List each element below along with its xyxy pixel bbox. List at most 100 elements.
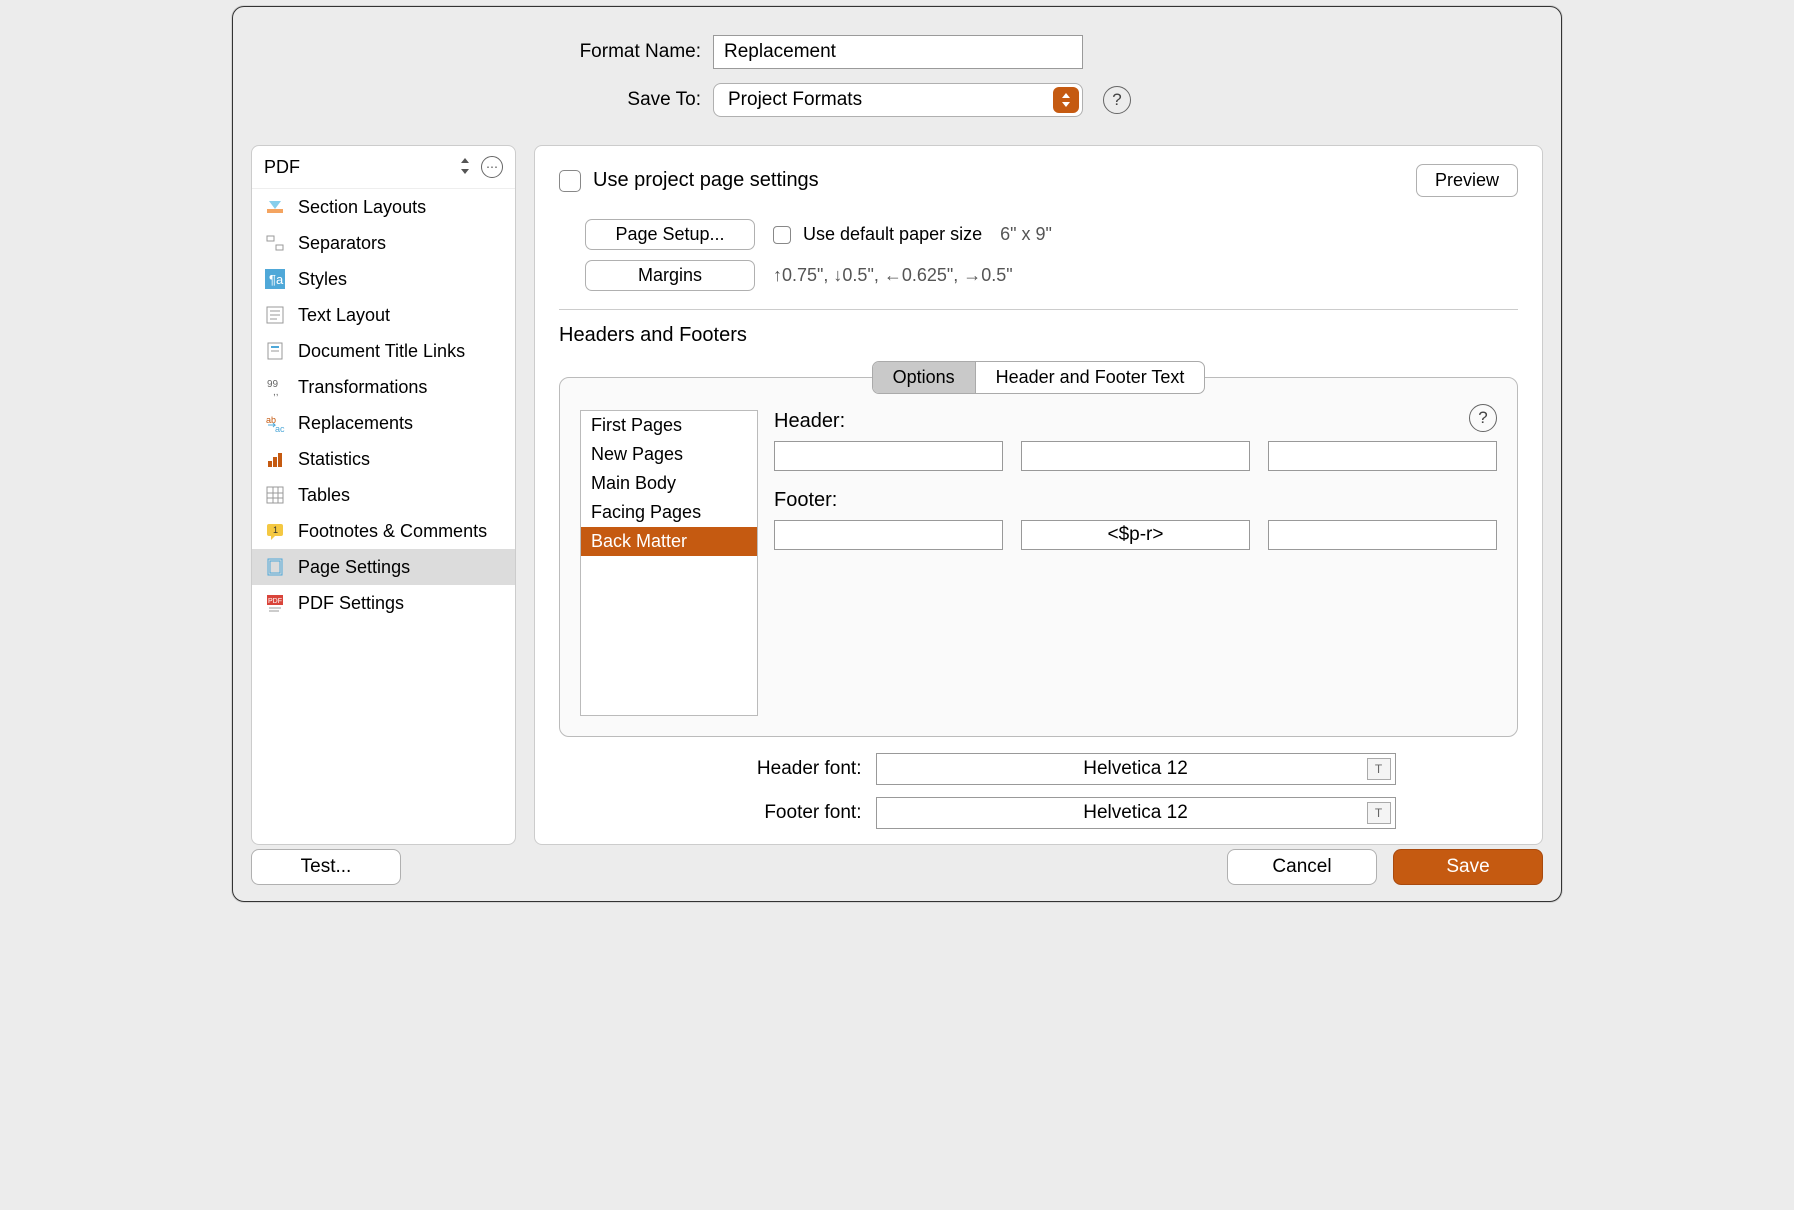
- svg-text:1: 1: [273, 525, 278, 535]
- sidebar-item-replacements[interactable]: abac Replacements: [252, 405, 515, 441]
- sidebar-item-section-layouts[interactable]: Section Layouts: [252, 189, 515, 225]
- sidebar: PDF ⋯ Section Layouts Separators: [251, 145, 516, 845]
- footer-center-cell[interactable]: <$p-r>: [1021, 520, 1250, 550]
- sidebar-item-label: Page Settings: [298, 557, 410, 578]
- tables-icon: [264, 484, 286, 506]
- header-font-field[interactable]: Helvetica 12 T: [876, 753, 1396, 785]
- page-setup-group: Page Setup... Use default paper size 6" …: [559, 197, 1518, 310]
- statistics-icon: [264, 448, 286, 470]
- hf-item-first-pages[interactable]: First Pages: [581, 411, 757, 440]
- sidebar-item-label: Separators: [298, 233, 386, 254]
- sidebar-item-tables[interactable]: Tables: [252, 477, 515, 513]
- cancel-button[interactable]: Cancel: [1227, 849, 1377, 885]
- footer-left-cell[interactable]: [774, 520, 1003, 550]
- top-form: Format Name: Save To: Project Formats ?: [233, 7, 1561, 145]
- sidebar-item-pdf-settings[interactable]: PDF PDF Settings: [252, 585, 515, 621]
- sidebar-item-footnotes-comments[interactable]: 1 Footnotes & Comments: [252, 513, 515, 549]
- sidebar-item-document-title-links[interactable]: Document Title Links: [252, 333, 515, 369]
- hf-item-back-matter[interactable]: Back Matter: [581, 527, 757, 556]
- sidebar-item-label: Text Layout: [298, 305, 390, 326]
- pdf-settings-icon: PDF: [264, 592, 286, 614]
- header-font-label: Header font:: [682, 758, 862, 780]
- font-picker-icon[interactable]: T: [1367, 802, 1391, 824]
- bottom-bar: Test... Cancel Save: [251, 849, 1543, 885]
- transformations-icon: 99,,: [264, 376, 286, 398]
- text-layout-icon: [264, 304, 286, 326]
- font-picker-icon[interactable]: T: [1367, 758, 1391, 780]
- hf-item-main-body[interactable]: Main Body: [581, 469, 757, 498]
- sidebar-item-label: Styles: [298, 269, 347, 290]
- hf-box: First Pages New Pages Main Body Facing P…: [559, 377, 1518, 737]
- svg-text:PDF: PDF: [268, 598, 282, 605]
- sidebar-item-statistics[interactable]: Statistics: [252, 441, 515, 477]
- use-default-paper-checkbox[interactable]: [773, 226, 791, 244]
- sidebar-item-label: Statistics: [298, 449, 370, 470]
- sidebar-item-label: Tables: [298, 485, 350, 506]
- more-options-icon[interactable]: ⋯: [481, 156, 503, 178]
- sidebar-item-label: Document Title Links: [298, 341, 465, 362]
- format-name-label: Format Name:: [233, 41, 713, 63]
- save-button[interactable]: Save: [1393, 849, 1543, 885]
- save-to-label: Save To:: [233, 89, 713, 111]
- sidebar-header[interactable]: PDF ⋯: [252, 146, 515, 189]
- tab-options[interactable]: Options: [873, 362, 976, 393]
- header-left-cell[interactable]: [774, 441, 1003, 471]
- hf-item-new-pages[interactable]: New Pages: [581, 440, 757, 469]
- preview-button[interactable]: Preview: [1416, 164, 1518, 197]
- chevron-updown-icon[interactable]: [459, 158, 471, 177]
- sidebar-header-label: PDF: [264, 157, 300, 178]
- use-project-page-settings-checkbox[interactable]: [559, 170, 581, 192]
- sidebar-item-transformations[interactable]: 99,, Transformations: [252, 369, 515, 405]
- hf-tabs: Options Header and Footer Text: [872, 361, 1206, 394]
- sidebar-list: Section Layouts Separators ¶a Styles Tex…: [252, 189, 515, 844]
- sidebar-item-label: Replacements: [298, 413, 413, 434]
- test-button[interactable]: Test...: [251, 849, 401, 885]
- format-name-input[interactable]: [713, 35, 1083, 69]
- page-setup-button[interactable]: Page Setup...: [585, 219, 755, 250]
- sidebar-item-label: Footnotes & Comments: [298, 521, 487, 542]
- separators-icon: [264, 232, 286, 254]
- hf-fields: ? Header: Footer: <$p-r>: [774, 410, 1497, 716]
- header-right-cell[interactable]: [1268, 441, 1497, 471]
- margins-text: ↑0.75", ↓0.5", ←0.625", →0.5": [773, 265, 1013, 286]
- document-title-links-icon: [264, 340, 286, 362]
- svg-text:ac: ac: [275, 424, 285, 433]
- footnotes-comments-icon: 1: [264, 520, 286, 542]
- paper-size-text: 6" x 9": [1000, 224, 1052, 245]
- sidebar-item-label: Transformations: [298, 377, 427, 398]
- footer-font-value: Helvetica 12: [1083, 802, 1188, 824]
- main-panel: Use project page settings Preview Page S…: [534, 145, 1543, 845]
- sidebar-item-separators[interactable]: Separators: [252, 225, 515, 261]
- save-to-select[interactable]: Project Formats: [713, 83, 1083, 117]
- footer-font-label: Footer font:: [682, 802, 862, 824]
- help-icon[interactable]: ?: [1103, 86, 1131, 114]
- hf-help-icon[interactable]: ?: [1469, 404, 1497, 432]
- sidebar-item-styles[interactable]: ¶a Styles: [252, 261, 515, 297]
- hf-item-facing-pages[interactable]: Facing Pages: [581, 498, 757, 527]
- footer-right-cell[interactable]: [1268, 520, 1497, 550]
- svg-text:¶a: ¶a: [269, 272, 284, 287]
- page-settings-icon: [264, 556, 286, 578]
- header-center-cell[interactable]: [1021, 441, 1250, 471]
- select-stepper-icon: [1053, 87, 1079, 113]
- save-to-value: Project Formats: [714, 89, 862, 111]
- section-layouts-icon: [264, 196, 286, 218]
- styles-icon: ¶a: [264, 268, 286, 290]
- footer-font-field[interactable]: Helvetica 12 T: [876, 797, 1396, 829]
- margins-button[interactable]: Margins: [585, 260, 755, 291]
- sidebar-item-page-settings[interactable]: Page Settings: [252, 549, 515, 585]
- use-default-paper-label: Use default paper size: [803, 224, 982, 245]
- header-label: Header:: [774, 410, 1497, 433]
- replacements-icon: abac: [264, 412, 286, 434]
- hf-section-list: First Pages New Pages Main Body Facing P…: [580, 410, 758, 716]
- headers-footers-title: Headers and Footers: [559, 324, 1518, 347]
- footer-label: Footer:: [774, 489, 1497, 512]
- svg-text:,,: ,,: [273, 387, 279, 397]
- use-project-page-settings-label: Use project page settings: [593, 169, 819, 192]
- format-dialog: Format Name: Save To: Project Formats ? …: [232, 6, 1562, 902]
- header-font-value: Helvetica 12: [1083, 758, 1188, 780]
- tab-header-footer-text[interactable]: Header and Footer Text: [976, 362, 1205, 393]
- sidebar-item-label: PDF Settings: [298, 593, 404, 614]
- sidebar-item-label: Section Layouts: [298, 197, 426, 218]
- sidebar-item-text-layout[interactable]: Text Layout: [252, 297, 515, 333]
